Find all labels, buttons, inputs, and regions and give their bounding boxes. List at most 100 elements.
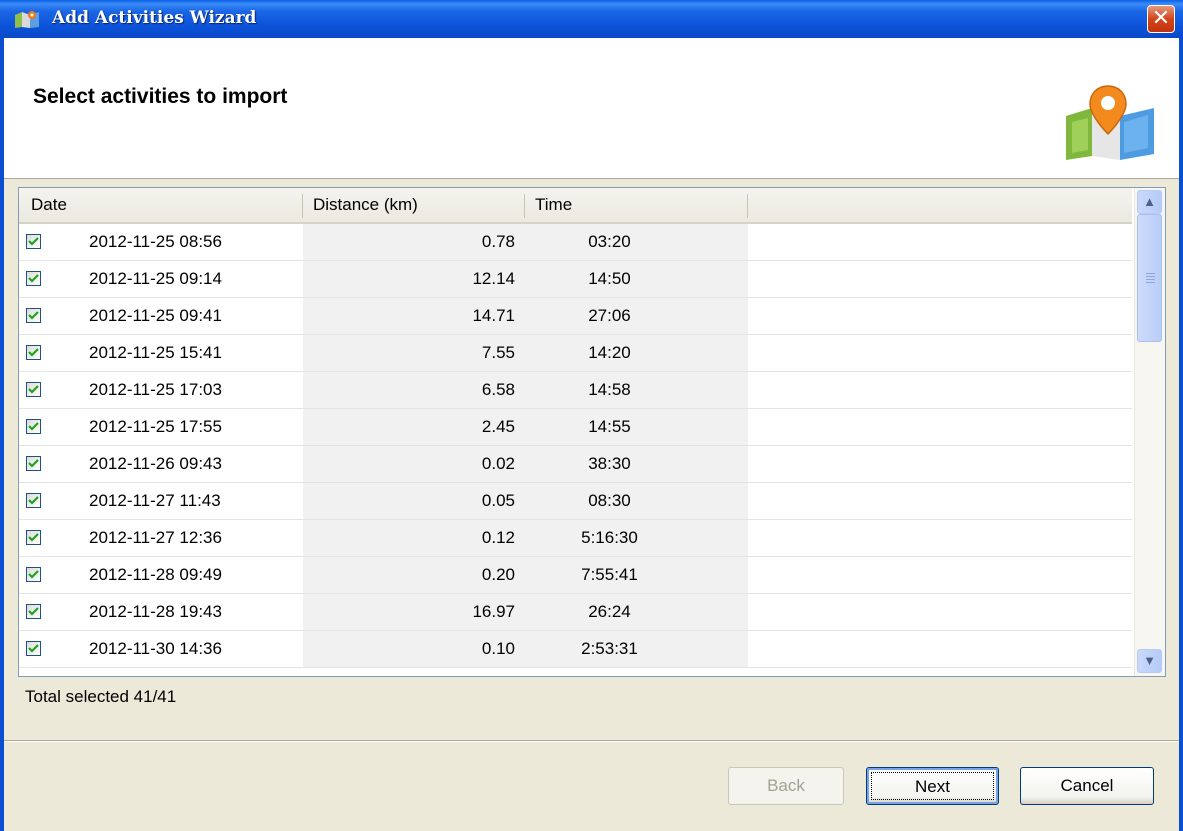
checkmark-icon [28, 533, 39, 542]
row-checkbox[interactable] [26, 493, 41, 508]
time-cell: 26:24 [525, 594, 748, 630]
distance-cell: 14.71 [303, 298, 525, 334]
distance-cell: 16.97 [303, 594, 525, 630]
date-cell: 2012-11-25 17:55 [89, 417, 222, 436]
chevron-up-icon: ▲ [1143, 194, 1156, 209]
checkmark-icon [28, 607, 39, 616]
distance-cell: 7.55 [303, 335, 525, 371]
table-row[interactable]: 2012-11-26 09:43 0.02 38:30 [19, 446, 1132, 483]
map-icon [15, 11, 39, 28]
table-row[interactable]: 2012-11-27 11:43 0.05 08:30 [19, 483, 1132, 520]
checkmark-icon [28, 459, 39, 468]
page-title: Select activities to import [33, 85, 288, 108]
date-cell: 2012-11-25 15:41 [89, 343, 222, 362]
time-cell: 14:58 [525, 372, 748, 408]
wizard-header: Select activities to import [4, 38, 1179, 179]
window-title: Add Activities Wizard [52, 8, 257, 28]
row-checkbox[interactable] [26, 530, 41, 545]
table-row[interactable]: 2012-11-30 14:36 0.10 2:53:31 [19, 631, 1132, 668]
column-header-distance[interactable]: Distance (km) [313, 188, 418, 222]
date-cell: 2012-11-27 12:36 [89, 528, 222, 547]
time-cell: 14:50 [525, 261, 748, 297]
time-cell: 27:06 [525, 298, 748, 334]
close-button[interactable]: ✕ [1147, 5, 1175, 33]
date-cell: 2012-11-28 19:43 [89, 602, 222, 621]
table-row[interactable]: 2012-11-28 09:49 0.20 7:55:41 [19, 557, 1132, 594]
distance-cell: 0.12 [303, 520, 525, 556]
table-row[interactable]: 2012-11-25 17:03 6.58 14:58 [19, 372, 1132, 409]
column-header-date[interactable]: Date [31, 188, 67, 222]
scrollbar-thumb[interactable] [1137, 214, 1162, 342]
distance-cell: 0.20 [303, 557, 525, 593]
table-row[interactable]: 2012-11-25 08:56 0.78 03:20 [19, 224, 1132, 261]
date-cell: 2012-11-25 09:41 [89, 306, 222, 325]
map-pin-icon [1066, 85, 1154, 160]
next-button[interactable]: Next [866, 767, 999, 805]
checkmark-icon [28, 422, 39, 431]
table-row[interactable]: 2012-11-25 09:41 14.71 27:06 [19, 298, 1132, 335]
selection-status: Total selected 41/41 [25, 687, 177, 706]
distance-cell: 0.05 [303, 483, 525, 519]
time-cell: 7:55:41 [525, 557, 748, 593]
row-checkbox[interactable] [26, 271, 41, 286]
divider [4, 740, 1179, 742]
scroll-up-button[interactable]: ▲ [1137, 190, 1162, 214]
row-checkbox[interactable] [26, 604, 41, 619]
distance-cell: 2.45 [303, 409, 525, 445]
row-checkbox[interactable] [26, 456, 41, 471]
row-checkbox[interactable] [26, 419, 41, 434]
table-row[interactable]: 2012-11-25 15:41 7.55 14:20 [19, 335, 1132, 372]
row-checkbox[interactable] [26, 308, 41, 323]
time-cell: 2:53:31 [525, 631, 748, 667]
time-cell: 08:30 [525, 483, 748, 519]
scroll-down-button[interactable]: ▼ [1137, 649, 1162, 673]
date-cell: 2012-11-25 08:56 [89, 232, 222, 251]
wizard-body: Select activities to import Date Distanc… [4, 38, 1179, 831]
date-cell: 2012-11-25 09:14 [89, 269, 222, 288]
time-cell: 14:55 [525, 409, 748, 445]
checkmark-icon [28, 237, 39, 246]
time-cell: 5:16:30 [525, 520, 748, 556]
distance-cell: 6.58 [303, 372, 525, 408]
table-row[interactable]: 2012-11-25 17:55 2.45 14:55 [19, 409, 1132, 446]
cancel-button[interactable]: Cancel [1020, 767, 1154, 805]
activities-table[interactable]: Date Distance (km) Time 2012-11-25 08:56… [18, 187, 1166, 677]
checkmark-icon [28, 644, 39, 653]
date-cell: 2012-11-26 09:43 [89, 454, 222, 473]
checkmark-icon [28, 385, 39, 394]
next-button-label: Next [871, 772, 994, 800]
table-row[interactable]: 2012-11-28 19:43 16.97 26:24 [19, 594, 1132, 631]
column-divider[interactable] [302, 194, 303, 218]
checkmark-icon [28, 496, 39, 505]
date-cell: 2012-11-30 14:36 [89, 639, 222, 658]
time-cell: 14:20 [525, 335, 748, 371]
date-cell: 2012-11-27 11:43 [89, 491, 221, 510]
column-divider[interactable] [747, 194, 748, 218]
checkmark-icon [28, 311, 39, 320]
table-row[interactable]: 2012-11-27 12:36 0.12 5:16:30 [19, 520, 1132, 557]
date-cell: 2012-11-28 09:49 [89, 565, 222, 584]
row-checkbox[interactable] [26, 641, 41, 656]
table-row[interactable]: 2012-11-25 09:14 12.14 14:50 [19, 261, 1132, 298]
distance-cell: 0.02 [303, 446, 525, 482]
date-cell: 2012-11-25 17:03 [89, 380, 222, 399]
back-button[interactable]: Back [728, 767, 844, 805]
distance-cell: 0.10 [303, 631, 525, 667]
column-divider[interactable] [524, 194, 525, 218]
close-icon: ✕ [1151, 6, 1171, 31]
distance-cell: 0.78 [303, 224, 525, 260]
row-checkbox[interactable] [26, 382, 41, 397]
checkmark-icon [28, 348, 39, 357]
vertical-scrollbar[interactable]: ▲ ▼ [1134, 188, 1165, 676]
title-bar[interactable]: Add Activities Wizard ✕ [0, 0, 1183, 38]
column-header-time[interactable]: Time [535, 188, 572, 222]
time-cell: 38:30 [525, 446, 748, 482]
checkmark-icon [28, 570, 39, 579]
row-checkbox[interactable] [26, 567, 41, 582]
row-checkbox[interactable] [26, 234, 41, 249]
checkmark-icon [28, 274, 39, 283]
table-header: Date Distance (km) Time [19, 188, 1132, 224]
distance-cell: 12.14 [303, 261, 525, 297]
row-checkbox[interactable] [26, 345, 41, 360]
wizard-window: Add Activities Wizard ✕ Select activitie… [0, 0, 1183, 831]
